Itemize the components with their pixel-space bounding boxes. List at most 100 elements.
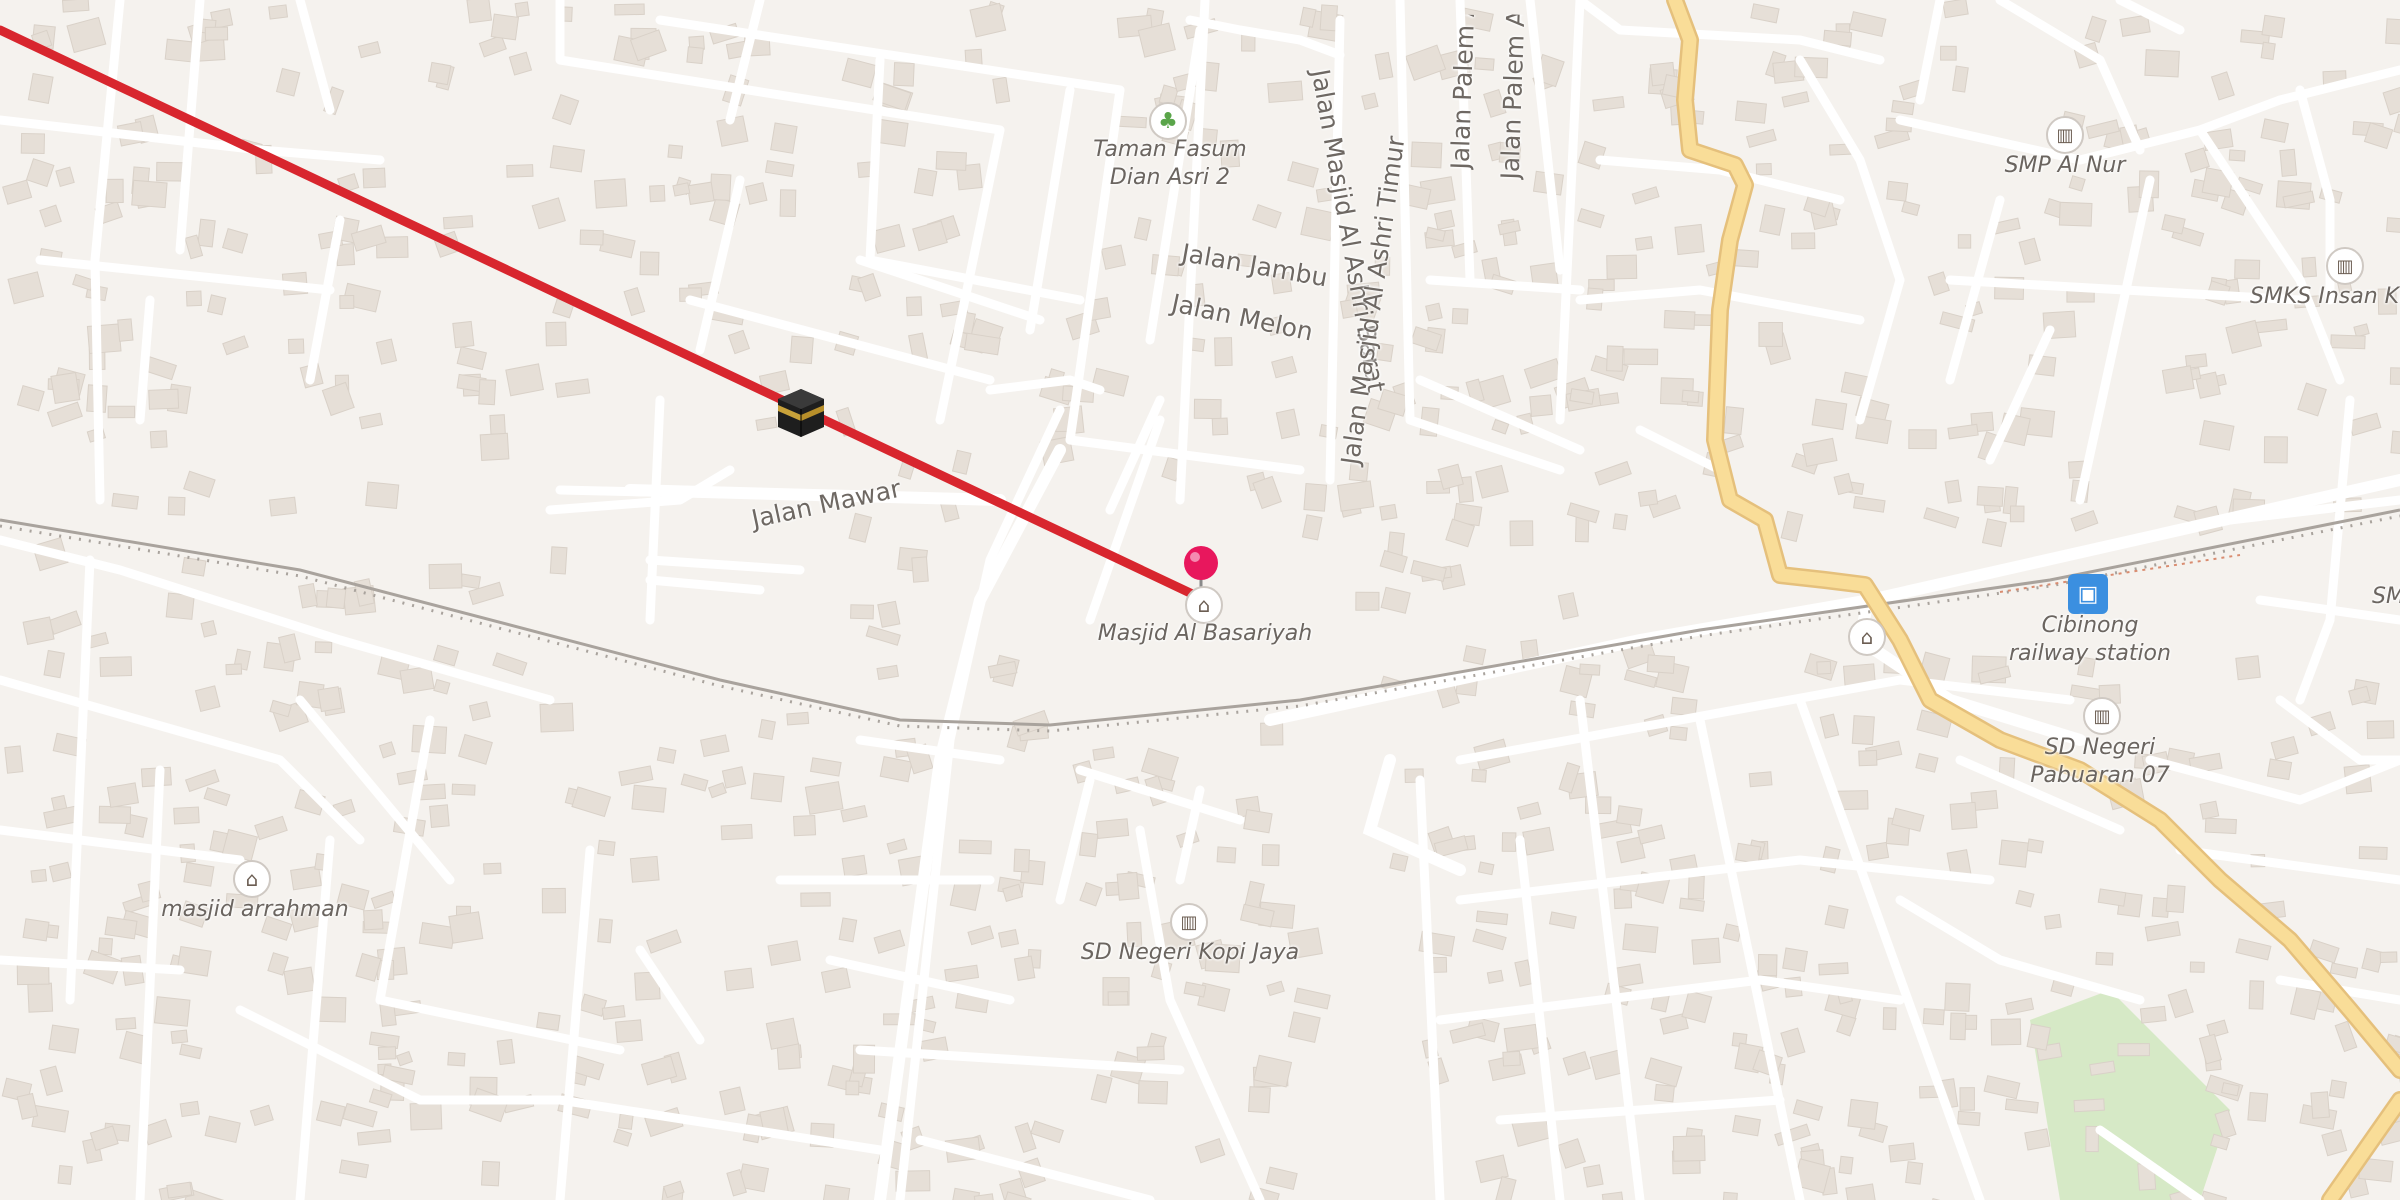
building-footprint [179,1100,200,1118]
poi-label-masjid-basariyah[interactable]: Masjid Al Basariyah [1080,620,1330,648]
poi-label-sm[interactable]: SM [2372,583,2400,611]
building-footprint [99,656,133,677]
school-icon[interactable]: ▥ [2046,116,2084,154]
poi-label-smp-al-nur[interactable]: SMP Al Nur [1990,152,2140,180]
building-footprint [2073,1098,2105,1113]
building-footprint [969,2,1007,38]
building-footprint [22,918,50,942]
building-footprint [452,320,475,349]
kaaba-icon[interactable] [774,385,828,439]
building-footprint [27,982,54,1013]
building-footprint [480,1160,501,1187]
building-footprint [2379,951,2398,964]
building-footprint [629,855,660,883]
building-footprint [2301,256,2317,278]
building-footprint [1410,141,1443,169]
poi-label-taman-fasum[interactable]: Taman Fasum Dian Asri 2 [1080,136,1260,192]
building-footprint [1095,818,1130,839]
poi-label-cibinong-station[interactable]: Cibinong railway station [1990,612,2190,668]
building-footprint [153,996,191,1027]
building-footprint [427,61,452,86]
building-footprint [2199,800,2220,820]
building-footprint [339,294,355,310]
poi-label-line: Dian Asri 2 [1109,165,1231,190]
building-footprint [649,184,666,203]
building-footprint [57,1165,73,1185]
building-footprint [2248,980,2265,1010]
building-footprint [506,164,534,178]
building-footprint [905,296,923,317]
building-footprint [792,814,817,837]
building-footprint [750,772,785,803]
building-footprint [2260,41,2276,61]
building-footprint [1758,321,1783,347]
building-footprint [1734,100,1767,124]
building-footprint [1136,1045,1165,1061]
building-footprint [268,4,289,20]
building-footprint [911,556,929,583]
building-footprint [409,1102,443,1131]
building-footprint [2389,367,2400,386]
building-footprint [447,1051,466,1067]
building-footprint [1355,591,1380,611]
train-icon[interactable]: ▣ [2068,574,2108,614]
building-footprint [1721,1191,1738,1200]
building-footprint [2139,1005,2167,1024]
building-footprint [2266,758,2293,781]
building-footprint [841,854,868,878]
building-footprint [614,1019,643,1044]
building-footprint [1013,848,1031,873]
building-footprint [30,868,48,883]
school-icon[interactable]: ▥ [2083,697,2121,735]
building-footprint [1824,904,1849,929]
poi-label-masjid-arrahman[interactable]: masjid arrahman [140,896,370,924]
building-footprint [466,0,493,24]
map-view[interactable]: ♣ ⌂ ⌂ ⌂ ▥ ▥ ▥ ▥ ▣ Taman Fasum Dian Asri … [0,0,2400,1200]
mosque-icon[interactable]: ⌂ [1848,618,1886,656]
school-icon[interactable]: ▥ [1170,903,1208,941]
building-footprint [1957,234,1972,249]
poi-label-sd-pabuaran[interactable]: SD Negeri Pabuaran 07 [2010,734,2190,790]
building-footprint [1100,244,1126,270]
building-footprint [1248,1086,1271,1114]
building-footprint [1502,1050,1521,1067]
building-footprint [1522,826,1555,856]
school-icon[interactable]: ▥ [2326,247,2364,285]
building-footprint [850,604,875,620]
building-footprint [106,782,140,808]
building-footprint [197,218,216,248]
building-footprint [1838,1155,1854,1175]
building-footprint [2199,420,2235,451]
tree-icon[interactable]: ♣ [1149,102,1187,140]
building-footprint [724,967,754,992]
building-footprint [1598,392,1620,407]
building-footprint [1579,663,1601,676]
building-footprint [1851,715,1875,746]
street-label-palem-a: Jalan Palem A [1445,14,1480,171]
building-footprint [1637,489,1659,507]
mosque-icon[interactable]: ⌂ [233,860,271,898]
building-footprint [418,922,456,949]
building-footprint [2385,18,2400,46]
building-footprint [1944,982,1971,1012]
building-footprint [1116,871,1140,901]
poi-label-sd-kopi-jaya[interactable]: SD Negeri Kopi Jaya [1060,939,1320,967]
building-footprint [1865,841,1890,862]
building-footprint [2144,49,2180,78]
mosque-icon[interactable]: ⌂ [1185,586,1223,624]
building-footprint [1287,1011,1321,1043]
building-footprint [428,563,463,590]
building-footprint [448,911,484,944]
building-footprint [1193,398,1222,420]
building-footprint [745,182,768,205]
building-footprint [1734,842,1762,865]
building-footprint [365,481,400,509]
poi-label-smks-insan[interactable]: SMKS Insan Kr [2250,283,2400,311]
building-footprint [1818,962,1849,976]
building-footprint [117,318,134,342]
building-footprint [429,804,450,828]
building-footprint [617,1113,634,1130]
building-footprint [27,73,54,104]
building-footprint [2385,217,2400,235]
building-footprint [779,189,797,218]
